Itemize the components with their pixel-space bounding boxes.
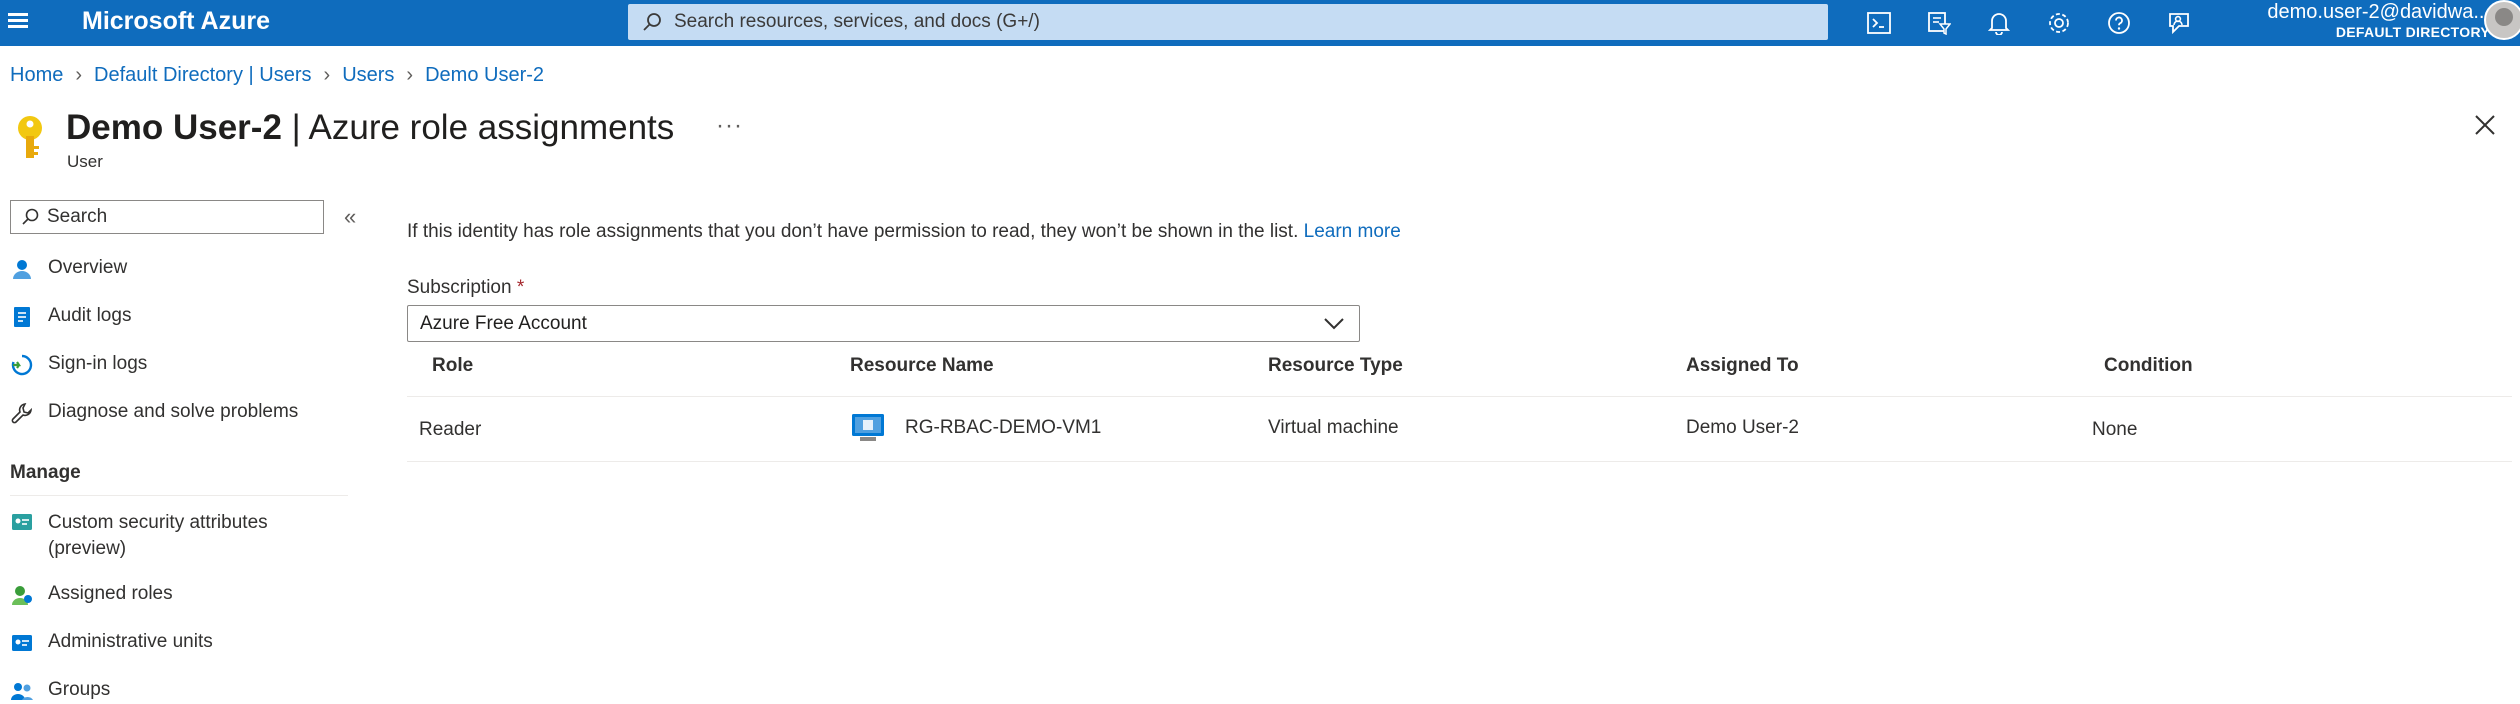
role-link[interactable]: Reader bbox=[419, 419, 481, 441]
sidebar-item-administrative-units[interactable]: Administrative units bbox=[10, 631, 213, 655]
administrative-units-icon bbox=[10, 631, 34, 655]
subscription-value: Azure Free Account bbox=[420, 312, 587, 334]
brand-title[interactable]: Microsoft Azure bbox=[82, 7, 270, 36]
audit-log-icon bbox=[10, 305, 34, 329]
wrench-icon bbox=[10, 401, 34, 425]
required-marker: * bbox=[516, 277, 525, 298]
sidebar-item-label: Administrative units bbox=[48, 631, 213, 652]
subscription-dropdown[interactable]: Azure Free Account bbox=[407, 305, 1360, 342]
search-icon bbox=[643, 13, 661, 31]
global-search-input[interactable] bbox=[674, 11, 1774, 33]
permission-info: If this identity has role assignments th… bbox=[407, 221, 1401, 243]
sidebar-item-groups[interactable]: Groups bbox=[10, 679, 110, 703]
condition: None bbox=[2092, 419, 2138, 440]
breadcrumb-default-directory-users[interactable]: Default Directory | Users bbox=[94, 64, 311, 87]
column-header-assigned-to[interactable]: Assigned To bbox=[1686, 355, 1799, 377]
chevron-right-icon: › bbox=[323, 64, 331, 86]
sidebar-item-assigned-roles[interactable]: Assigned roles bbox=[10, 583, 173, 607]
account-menu[interactable]: demo.user-2@davidwa... DEFAULT DIRECTORY bbox=[2190, 0, 2490, 46]
help-icon[interactable] bbox=[2102, 6, 2136, 40]
table-row: Reader RG-RBAC-DEMO-VM1 Virtual machine … bbox=[407, 398, 2512, 462]
user-directory: DEFAULT DIRECTORY bbox=[2335, 24, 2490, 40]
page-title-entity: Demo User-2 bbox=[66, 108, 282, 147]
sidebar-item-label: Diagnose and solve problems bbox=[48, 401, 299, 422]
search-icon bbox=[22, 208, 39, 225]
chevron-right-icon: › bbox=[406, 64, 414, 86]
sidebar-search[interactable] bbox=[10, 200, 324, 234]
avatar[interactable] bbox=[2484, 0, 2520, 40]
assigned-to: Demo User-2 bbox=[1686, 417, 1799, 438]
attributes-icon bbox=[10, 510, 34, 534]
sidebar-item-label: Groups bbox=[48, 679, 111, 700]
sidebar-item-label: Assigned roles bbox=[48, 583, 173, 604]
sidebar-divider bbox=[10, 495, 348, 496]
breadcrumb-demo-user[interactable]: Demo User-2 bbox=[425, 64, 544, 87]
page-title: Demo User-2 | Azure role assignments bbox=[66, 108, 674, 148]
sidebar-item-label: Audit logs bbox=[48, 305, 132, 326]
assigned-roles-icon bbox=[10, 583, 34, 607]
sidebar-item-overview[interactable]: Overview bbox=[10, 257, 127, 281]
sidebar-item-label: Overview bbox=[48, 257, 128, 278]
settings-icon[interactable] bbox=[2042, 6, 2076, 40]
sidebar-item-custom-security-attributes[interactable]: Custom security attributes (preview) bbox=[10, 510, 268, 562]
notifications-icon[interactable] bbox=[1982, 6, 2016, 40]
sidebar-item-label: Custom security attributes bbox=[48, 512, 268, 533]
sidebar-section-manage: Manage bbox=[10, 462, 81, 483]
subscription-label: Subscription * bbox=[407, 277, 524, 299]
breadcrumb-users[interactable]: Users bbox=[342, 64, 394, 87]
breadcrumb: Home › Default Directory | Users › Users… bbox=[10, 64, 544, 87]
top-bar: Microsoft Azure demo.user-2@davidwa... D… bbox=[0, 0, 2520, 46]
column-header-condition[interactable]: Condition bbox=[2104, 355, 2193, 377]
page-subtitle: User bbox=[67, 152, 103, 171]
collapse-sidebar-icon[interactable]: « bbox=[344, 204, 356, 230]
directory-filter-icon[interactable] bbox=[1922, 6, 1956, 40]
close-icon[interactable] bbox=[2474, 114, 2496, 141]
menu-icon[interactable] bbox=[8, 10, 28, 32]
person-icon bbox=[10, 257, 34, 281]
column-header-resource-name[interactable]: Resource Name bbox=[850, 355, 994, 377]
column-header-resource-type[interactable]: Resource Type bbox=[1268, 355, 1403, 377]
sidebar-search-input[interactable] bbox=[47, 206, 317, 228]
sidebar-item-sign-in-logs[interactable]: Sign-in logs bbox=[10, 353, 147, 377]
breadcrumb-home[interactable]: Home bbox=[10, 64, 63, 87]
virtual-machine-icon bbox=[851, 413, 885, 448]
sign-in-icon bbox=[10, 353, 34, 377]
sidebar-item-diagnose[interactable]: Diagnose and solve problems bbox=[10, 401, 298, 425]
sidebar-item-label-preview: (preview) bbox=[48, 538, 127, 559]
resource-name-link[interactable]: RG-RBAC-DEMO-VM1 bbox=[905, 417, 1101, 439]
table-header: Role Resource Name Resource Type Assigne… bbox=[407, 355, 2512, 397]
cloud-shell-icon[interactable] bbox=[1862, 6, 1896, 40]
more-options-button[interactable]: ··· bbox=[716, 112, 743, 140]
learn-more-link[interactable]: Learn more bbox=[1304, 221, 1401, 242]
chevron-down-icon bbox=[1324, 317, 1344, 329]
key-icon bbox=[14, 114, 46, 167]
sidebar-item-audit-logs[interactable]: Audit logs bbox=[10, 305, 131, 329]
groups-icon bbox=[10, 679, 34, 703]
chevron-right-icon: › bbox=[75, 64, 83, 86]
page-title-section: | Azure role assignments bbox=[281, 108, 675, 147]
sidebar-item-label: Sign-in logs bbox=[48, 353, 148, 374]
user-name: demo.user-2@davidwa... bbox=[2267, 1, 2490, 23]
column-header-role[interactable]: Role bbox=[432, 355, 473, 377]
subscription-label-text: Subscription bbox=[407, 277, 512, 298]
resource-type: Virtual machine bbox=[1268, 417, 1399, 438]
global-search[interactable] bbox=[628, 4, 1828, 40]
permission-info-text: If this identity has role assignments th… bbox=[407, 221, 1299, 242]
